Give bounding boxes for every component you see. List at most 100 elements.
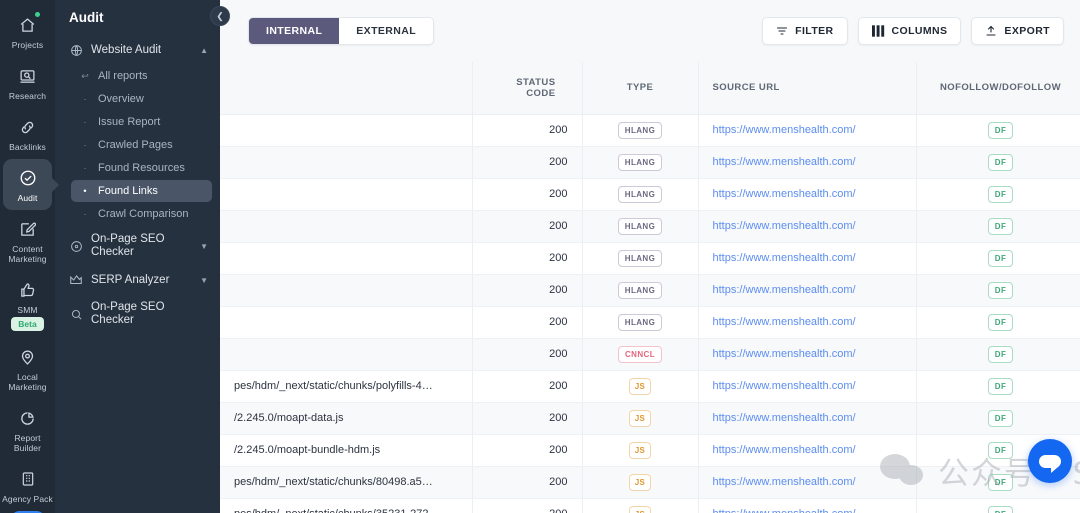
table-row[interactable]: pes/hdm/_next/static/chunks/80498.a5… 200… — [220, 466, 1080, 499]
table-row[interactable]: 200 HLANG https://www.menshealth.com/DF — [220, 274, 1080, 307]
filter-icon — [776, 25, 788, 37]
sidebar-item-research[interactable]: Research — [0, 57, 55, 108]
table-row[interactable]: 200 HLANG https://www.menshealth.com/DF — [220, 242, 1080, 275]
sidebar-item-issue-report[interactable]: · Issue Report — [71, 111, 212, 133]
dofollow-badge: DF — [987, 217, 1014, 235]
cell-url[interactable]: pes/hdm/_next/static/chunks/80498.a5… — [220, 466, 473, 499]
cell-type: JS — [582, 498, 699, 513]
tab-external[interactable]: EXTERNAL — [339, 18, 434, 44]
sidebar-item-crawl-comparison[interactable]: · Crawl Comparison — [71, 203, 212, 225]
nav-group-serp-analyzer[interactable]: SERP Analyzer ▼ — [55, 266, 220, 294]
cell-url[interactable]: pes/hdm/_next/static/chunks/polyfills-4… — [220, 370, 473, 403]
chevron-down-icon: ▼ — [200, 241, 208, 251]
type-badge: HLANG — [617, 217, 663, 235]
nav-group-on-page-seo-checker-2[interactable]: On-Page SEO Checker — [55, 294, 220, 334]
cell-url[interactable] — [220, 146, 473, 179]
column-header-nofollow-dofollow[interactable]: NOFOLLOW/DOFOLLOW — [916, 62, 1080, 115]
cell-url[interactable]: /2.245.0/moapt-data.js — [220, 402, 473, 435]
sidebar-item-content-marketing[interactable]: Content Marketing — [0, 210, 55, 271]
cell-source-url: https://www.menshealth.com/ — [698, 242, 917, 275]
source-url-link[interactable]: https://www.menshealth.com/ — [713, 124, 856, 136]
sidebar-item-audit[interactable]: Audit — [3, 159, 52, 210]
source-url-link[interactable]: https://www.menshealth.com/ — [713, 284, 856, 296]
nav-group-on-page-seo-checker[interactable]: On-Page SEO Checker ▼ — [55, 226, 220, 266]
filter-button[interactable]: FILTER — [762, 17, 848, 45]
dofollow-badge: DF — [987, 345, 1014, 363]
dofollow-badge: DF — [987, 185, 1014, 203]
tab-internal[interactable]: INTERNAL — [249, 18, 340, 44]
cell-url[interactable] — [220, 306, 473, 339]
source-url-link[interactable]: https://www.menshealth.com/ — [713, 380, 856, 392]
table-row[interactable]: 200 HLANG https://www.menshealth.com/DF — [220, 114, 1080, 147]
cell-url[interactable] — [220, 114, 473, 147]
found-links-table-container[interactable]: STATUS CODE TYPE SOURCE URL NOFOLLOW/DOF… — [220, 62, 1080, 513]
export-button[interactable]: EXPORT — [971, 17, 1064, 45]
sidebar-item-all-reports[interactable]: ↩ All reports — [71, 65, 212, 87]
sidebar-item-label: Crawl Comparison — [98, 208, 189, 220]
table-row[interactable]: 200 HLANG https://www.menshealth.com/DF — [220, 306, 1080, 339]
cell-url[interactable] — [220, 242, 473, 275]
nav-group-label: On-Page SEO Checker — [91, 233, 165, 258]
sidebar-item-report-builder[interactable]: Report Builder — [0, 399, 55, 460]
cell-source-url: https://www.menshealth.com/ — [698, 402, 917, 435]
sidebar-item-crawled-pages[interactable]: · Crawled Pages — [71, 134, 212, 156]
target-icon — [69, 240, 83, 253]
dofollow-badge: DF — [987, 505, 1014, 513]
map-pin-icon — [16, 345, 40, 369]
primary-sidebar: Projects Research Backlinks Audit Conten… — [0, 0, 55, 513]
source-url-link[interactable]: https://www.menshealth.com/ — [713, 476, 856, 488]
source-url-link[interactable]: https://www.menshealth.com/ — [713, 412, 856, 424]
sidebar-item-found-resources[interactable]: · Found Resources — [71, 157, 212, 179]
sidebar-item-projects[interactable]: Projects — [0, 6, 55, 57]
cell-url[interactable]: /2.245.0/moapt-bundle-hdm.js — [220, 434, 473, 467]
cell-url[interactable] — [220, 178, 473, 211]
cell-type: HLANG — [582, 274, 699, 307]
type-badge: HLANG — [617, 281, 663, 299]
table-row[interactable]: 200 HLANG https://www.menshealth.com/DF — [220, 178, 1080, 211]
dot-icon: · — [83, 140, 87, 150]
sidebar-item-local-marketing[interactable]: Local Marketing — [0, 338, 55, 399]
sidebar-item-agency-pack[interactable]: Agency Pack — [0, 460, 55, 511]
source-url-link[interactable]: https://www.menshealth.com/ — [713, 156, 856, 168]
dofollow-badge: DF — [987, 377, 1014, 395]
table-row[interactable]: 200 HLANG https://www.menshealth.com/DF — [220, 146, 1080, 179]
table-row[interactable]: 200 CNNCL https://www.menshealth.com/DF — [220, 338, 1080, 371]
table-row[interactable]: pes/hdm/_next/static/chunks/35231-272…20… — [220, 498, 1080, 513]
filter-label: FILTER — [795, 25, 834, 37]
column-header-url[interactable] — [220, 62, 473, 115]
type-badge: HLANG — [617, 249, 663, 267]
sidebar-label: SMM — [17, 305, 38, 315]
sidebar-label: Backlinks — [9, 142, 46, 152]
columns-button[interactable]: COLUMNS — [857, 17, 962, 45]
cell-url[interactable] — [220, 338, 473, 371]
cell-url[interactable] — [220, 210, 473, 243]
sidebar-item-overview[interactable]: · Overview — [71, 88, 212, 110]
table-row[interactable]: /2.245.0/moapt-data.js 200 JS https://www.m… — [220, 402, 1080, 435]
application-window: Projects Research Backlinks Audit Conten… — [0, 0, 1080, 513]
column-header-type[interactable]: TYPE — [582, 62, 699, 115]
sidebar-item-smm[interactable]: SMM Beta — [0, 271, 55, 338]
cell-url[interactable]: pes/hdm/_next/static/chunks/35231-272… — [220, 498, 473, 513]
source-url-link[interactable]: https://www.menshealth.com/ — [713, 220, 856, 232]
source-url-link[interactable]: https://www.menshealth.com/ — [713, 508, 856, 513]
source-url-link[interactable]: https://www.menshealth.com/ — [713, 348, 856, 360]
nav-group-website-audit[interactable]: Website Audit ▲ — [55, 37, 220, 64]
source-url-link[interactable]: https://www.menshealth.com/ — [713, 444, 856, 456]
chevron-left-icon[interactable]: ❮ — [210, 6, 230, 26]
chevron-down-icon: ▼ — [200, 275, 208, 285]
column-header-source-url[interactable]: SOURCE URL — [698, 62, 917, 115]
chat-bubble-icon[interactable] — [1028, 439, 1072, 483]
sidebar-item-backlinks[interactable]: Backlinks — [0, 108, 55, 159]
column-header-status-code[interactable]: STATUS CODE — [472, 62, 583, 115]
cell-url[interactable] — [220, 274, 473, 307]
source-url-link[interactable]: https://www.menshealth.com/ — [713, 252, 856, 264]
sidebar-item-found-links[interactable]: • Found Links — [71, 180, 212, 202]
source-url-link[interactable]: https://www.menshealth.com/ — [713, 316, 856, 328]
table-row[interactable]: 200 HLANG https://www.menshealth.com/DF — [220, 210, 1080, 243]
edit-square-icon — [16, 217, 40, 241]
cell-type: JS — [582, 434, 699, 467]
table-row[interactable]: /2.245.0/moapt-bundle-hdm.js 200 JS https:/… — [220, 434, 1080, 467]
table-row[interactable]: pes/hdm/_next/static/chunks/polyfills-4…… — [220, 370, 1080, 403]
source-url-link[interactable]: https://www.menshealth.com/ — [713, 188, 856, 200]
cell-type: HLANG — [582, 146, 699, 179]
